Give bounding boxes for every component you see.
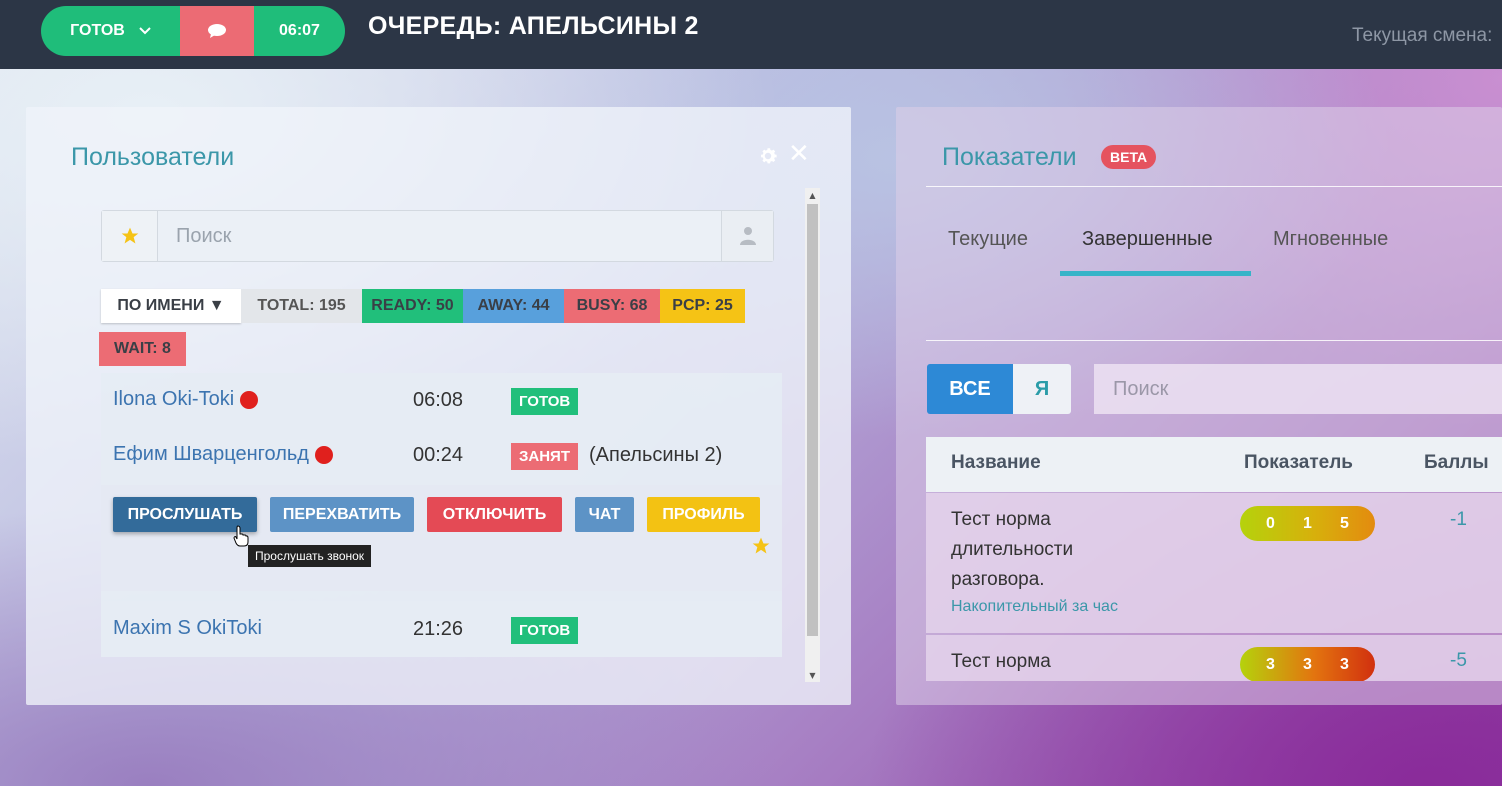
user-queue: (Апельсины 2) bbox=[589, 444, 723, 466]
agent-status-group: ГОТОВ 06:07 bbox=[41, 6, 345, 56]
chat-button[interactable] bbox=[180, 6, 254, 56]
filter-busy[interactable]: BUSY: 68 bbox=[564, 289, 660, 323]
user-name[interactable]: Maxim S OkiToki bbox=[113, 617, 262, 640]
star-icon bbox=[121, 227, 138, 244]
metric-name: Тест норма bbox=[951, 651, 1051, 672]
column-header-name[interactable]: Название bbox=[951, 452, 1041, 474]
queue-title: ОЧЕРЕДЬ: АПЕЛЬСИНЫ 2 bbox=[368, 12, 699, 40]
status-badge: ГОТОВ bbox=[511, 388, 579, 415]
threshold-value: 1 bbox=[1303, 514, 1312, 532]
threshold-value: 3 bbox=[1340, 655, 1349, 673]
table-row[interactable]: Тест норма 3 3 3 -5 bbox=[926, 635, 1502, 681]
star-icon[interactable] bbox=[751, 536, 771, 556]
table-row[interactable]: Тест норма длительности разговора. Накоп… bbox=[926, 493, 1502, 633]
status-dropdown-button[interactable]: ГОТОВ bbox=[41, 6, 180, 56]
recording-indicator bbox=[240, 390, 259, 409]
metrics-panel: Показатели BETA Текущие Завершенные Мгно… bbox=[896, 107, 1502, 705]
column-header-metric[interactable]: Показатель bbox=[1244, 452, 1353, 474]
scroll-up-arrow[interactable]: ▲ bbox=[805, 188, 820, 202]
intercept-button[interactable]: ПЕРЕХВАТИТЬ bbox=[270, 497, 414, 532]
close-icon[interactable]: ✕ bbox=[788, 141, 810, 167]
filter-pcp[interactable]: PCP: 25 bbox=[660, 289, 745, 323]
metric-thresholds: 0 1 5 bbox=[1240, 506, 1375, 541]
user-name[interactable]: Ilona Oki-Toki bbox=[113, 388, 234, 411]
users-list: Ilona Oki-Toki 06:08 ГОТОВ Ефим Шварценг… bbox=[101, 373, 782, 657]
list-item[interactable]: Ilona Oki-Toki 06:08 ГОТОВ bbox=[101, 373, 782, 429]
scroll-down-arrow[interactable]: ▼ bbox=[805, 668, 820, 682]
chat-button[interactable]: ЧАТ bbox=[575, 497, 634, 532]
tab-instant[interactable]: Мгновенные bbox=[1273, 228, 1388, 251]
threshold-value: 3 bbox=[1303, 655, 1312, 673]
users-search-box bbox=[101, 210, 774, 262]
threshold-value: 5 bbox=[1340, 514, 1349, 532]
user-time: 06:08 bbox=[413, 389, 464, 411]
tab-current[interactable]: Текущие bbox=[948, 228, 1028, 251]
threshold-value: 3 bbox=[1266, 655, 1275, 673]
list-item[interactable]: Maxim S OkiToki 21:26 ГОТОВ bbox=[101, 601, 782, 657]
metric-subtitle[interactable]: Накопительный за час bbox=[951, 598, 1118, 616]
current-shift-label: Текущая смена: bbox=[1352, 25, 1493, 46]
divider bbox=[926, 186, 1502, 187]
disconnect-button[interactable]: ОТКЛЮЧИТЬ bbox=[427, 497, 562, 532]
chat-bubble-icon bbox=[208, 24, 226, 38]
metrics-table-header: Название Показатель Баллы bbox=[926, 437, 1502, 492]
metric-score: -5 bbox=[1450, 650, 1467, 671]
status-label: ГОТОВ bbox=[70, 22, 125, 39]
metrics-search-input[interactable] bbox=[1094, 364, 1502, 414]
sort-by-name-button[interactable]: ПО ИМЕНИ ▼ bbox=[101, 289, 241, 323]
metrics-panel-title: Показатели bbox=[942, 143, 1077, 171]
user-actions: ПРОСЛУШАТЬ ПЕРЕХВАТИТЬ ОТКЛЮЧИТЬ ЧАТ ПРО… bbox=[101, 485, 782, 591]
chevron-down-icon bbox=[139, 27, 151, 35]
user-icon bbox=[739, 227, 756, 245]
users-search-input[interactable] bbox=[158, 211, 721, 261]
divider bbox=[926, 340, 1502, 341]
users-scrollbar[interactable]: ▲ ▼ bbox=[805, 188, 820, 682]
user-filter-button[interactable] bbox=[721, 211, 773, 261]
metric-name: Тест норма длительности разговора. bbox=[951, 509, 1074, 590]
tab-completed[interactable]: Завершенные bbox=[1082, 228, 1213, 251]
beta-badge: BETA bbox=[1101, 145, 1157, 169]
scope-me-button[interactable]: Я bbox=[1013, 364, 1071, 414]
filter-total[interactable]: TOTAL: 195 bbox=[241, 289, 362, 323]
scope-all-button[interactable]: ВСЕ bbox=[927, 364, 1013, 414]
filter-away[interactable]: AWAY: 44 bbox=[463, 289, 564, 323]
user-name[interactable]: Ефим Шварценгольд bbox=[113, 443, 309, 466]
hand-cursor-icon bbox=[233, 525, 249, 547]
status-badge: ЗАНЯТ bbox=[511, 443, 579, 470]
threshold-value: 0 bbox=[1266, 514, 1275, 532]
favorites-toggle[interactable] bbox=[102, 211, 158, 261]
status-timer: 06:07 bbox=[254, 6, 345, 56]
status-badge: ГОТОВ bbox=[511, 617, 579, 644]
recording-indicator bbox=[314, 445, 333, 464]
column-header-score[interactable]: Баллы bbox=[1424, 452, 1489, 474]
profile-button[interactable]: ПРОФИЛЬ bbox=[647, 497, 760, 532]
top-bar: ГОТОВ 06:07 ОЧЕРЕДЬ: АПЕЛЬСИНЫ 2 Текущая… bbox=[0, 0, 1502, 69]
gear-icon[interactable] bbox=[757, 145, 779, 167]
filter-wait[interactable]: WAIT: 8 bbox=[99, 332, 186, 366]
users-panel: Пользователи ✕ ПО ИМЕНИ ▼ TOTAL: 195 REA… bbox=[26, 107, 851, 705]
filter-ready[interactable]: READY: 50 bbox=[362, 289, 463, 323]
metric-score: -1 bbox=[1450, 509, 1467, 530]
metric-thresholds: 3 3 3 bbox=[1240, 647, 1375, 681]
user-time: 21:26 bbox=[413, 618, 464, 640]
scope-toggle: ВСЕ Я bbox=[927, 364, 1071, 414]
users-panel-title: Пользователи bbox=[71, 143, 235, 171]
active-tab-indicator bbox=[1060, 271, 1251, 276]
user-time: 00:24 bbox=[413, 444, 464, 466]
listen-tooltip: Прослушать звонок bbox=[248, 545, 372, 567]
scroll-thumb[interactable] bbox=[807, 204, 818, 636]
